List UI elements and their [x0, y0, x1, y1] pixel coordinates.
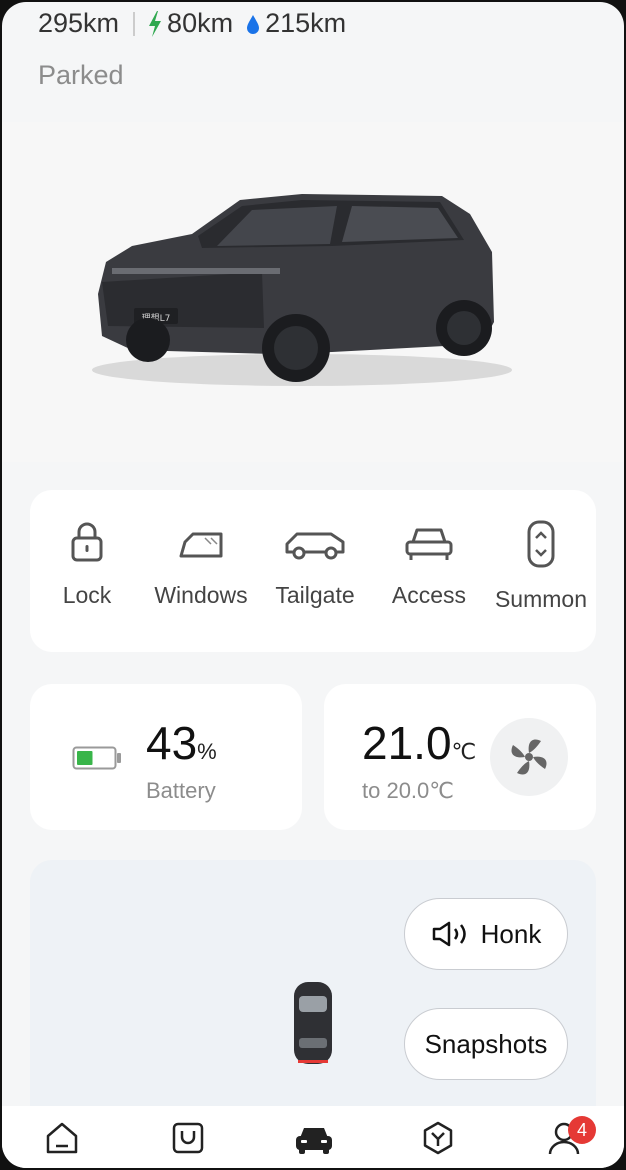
tailgate-icon [285, 532, 345, 560]
battery-card[interactable]: 43% Battery [30, 684, 302, 830]
honk-label: Honk [480, 918, 542, 949]
vehicle-location-card[interactable]: Honk Snapshots [30, 860, 596, 1120]
tailgate-control[interactable]: Tailgate [260, 520, 370, 609]
battery-icon [72, 746, 121, 770]
discover-icon[interactable] [420, 1120, 456, 1156]
fuel-range-group: 215km [245, 8, 346, 39]
car-access-icon [405, 528, 453, 560]
speaker-icon [432, 921, 466, 947]
snapshots-button[interactable]: Snapshots [404, 1008, 568, 1080]
battery-percent: 43 [146, 717, 198, 769]
snapshots-label: Snapshots [424, 1028, 548, 1059]
total-range: 295km [38, 8, 120, 38]
window-icon [179, 532, 223, 558]
vehicle-status: Parked [38, 60, 124, 90]
quick-controls-card: Lock Windows Tailgate Access Summon [30, 490, 596, 652]
cabin-temperature: 21.0 [362, 717, 452, 769]
electric-range-group: 80km [147, 8, 233, 39]
car-icon[interactable] [294, 1120, 334, 1156]
target-temperature: to 20.0℃ [362, 778, 454, 803]
climate-card[interactable]: 21.0℃ to 20.0℃ [324, 684, 596, 830]
electric-range: 80km [167, 8, 234, 38]
temperature-unit: ℃ [451, 739, 477, 764]
tailgate-label: Tailgate [275, 582, 355, 608]
battery-unit: % [197, 739, 217, 764]
vehicle-image-area[interactable]: 理想L7 [2, 122, 624, 462]
honk-button[interactable]: Honk [404, 898, 568, 970]
summon-control[interactable]: Summon [486, 520, 596, 613]
battery-label: Battery [146, 778, 216, 803]
divider [133, 11, 136, 36]
lock-label: Lock [62, 582, 112, 608]
fuel-range: 215km [265, 8, 347, 38]
car-top-view-icon [294, 982, 332, 1064]
lock-control[interactable]: Lock [32, 520, 142, 609]
fuel-drop-icon [247, 14, 260, 34]
windows-control[interactable]: Windows [146, 520, 256, 609]
summon-icon [527, 520, 555, 568]
fan-icon [511, 739, 547, 775]
notification-badge: 4 [568, 1116, 596, 1144]
access-label: Access [391, 582, 467, 608]
home-icon[interactable] [44, 1120, 80, 1156]
suv-car-image: 理想L7 [92, 194, 512, 386]
range-summary: 295km 80km 215km [38, 8, 358, 39]
fan-button[interactable] [490, 718, 568, 796]
app-screen: 295km 80km 215km Parked 理想L7 Lock Window… [2, 2, 624, 1168]
lightning-icon [149, 10, 162, 37]
windows-label: Windows [154, 582, 248, 608]
summon-label: Summon [494, 586, 588, 612]
lock-icon [71, 522, 103, 562]
access-control[interactable]: Access [374, 520, 484, 609]
shop-icon[interactable] [170, 1120, 206, 1156]
bottom-tab-bar: 4 [2, 1106, 624, 1168]
